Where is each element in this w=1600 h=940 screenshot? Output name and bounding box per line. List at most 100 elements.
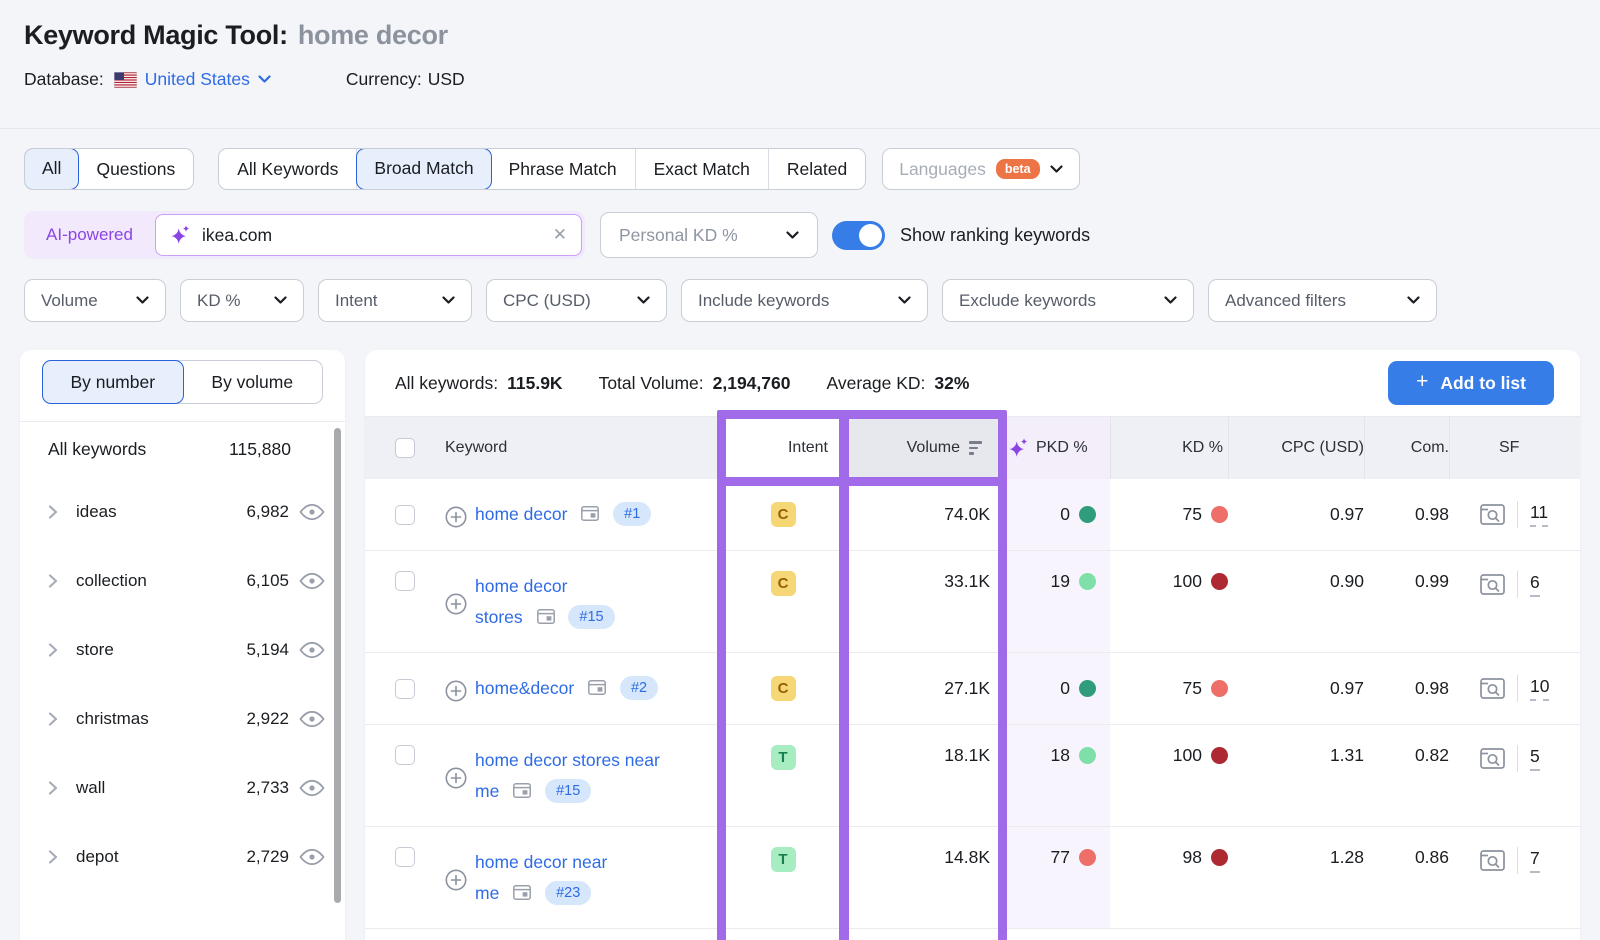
keyword-table-row[interactable]: home decor nearme #23 T 14.8K 77 98 1.28…: [365, 827, 1580, 929]
volume-filter[interactable]: Volume: [24, 279, 166, 322]
add-keyword-icon[interactable]: [445, 767, 467, 789]
pkd-difficulty-dot: [1079, 747, 1096, 764]
cpc-filter[interactable]: CPC (USD): [486, 279, 667, 322]
tab-broad-match[interactable]: Broad Match: [356, 148, 491, 190]
ranking-position-badge[interactable]: #15: [545, 779, 591, 803]
eye-icon[interactable]: [299, 503, 325, 521]
column-header-sf[interactable]: SF: [1449, 417, 1580, 479]
keyword-group-item[interactable]: wall 2,733: [20, 753, 345, 822]
keyword-table-row[interactable]: home decor #1 C 74.0K 0 75 0.97 0.98: [365, 479, 1580, 551]
serp-features-icon[interactable]: [537, 609, 555, 624]
keyword-group-item[interactable]: christmas 2,922: [20, 684, 345, 753]
column-header-kd[interactable]: KD %: [1110, 417, 1228, 479]
serp-features-count[interactable]: 10: [1530, 676, 1549, 701]
clear-input-icon[interactable]: ✕: [553, 225, 567, 245]
serp-viewer-icon[interactable]: [1480, 504, 1505, 525]
serp-viewer-icon[interactable]: [1480, 748, 1505, 769]
keyword-table-row[interactable]: home&decor #2 C 27.1K 0 75 0.97 0.98: [365, 653, 1580, 725]
serp-features-icon[interactable]: [513, 783, 531, 798]
eye-icon[interactable]: [299, 848, 325, 866]
pkd-difficulty-dot: [1079, 506, 1096, 523]
sidebar-scrollbar[interactable]: [334, 428, 341, 903]
intent-filter[interactable]: Intent: [318, 279, 472, 322]
column-header-cpc[interactable]: CPC (USD): [1228, 417, 1364, 479]
keyword-table-row[interactable]: home decor stores nearme #15 T 18.1K 18 …: [365, 725, 1580, 827]
eye-icon[interactable]: [299, 710, 325, 728]
keyword-group-item[interactable]: store 5,194: [20, 615, 345, 684]
intent-badge: C: [771, 502, 796, 527]
tab-phrase-match[interactable]: Phrase Match: [491, 149, 636, 189]
tab-related[interactable]: Related: [769, 149, 865, 189]
row-checkbox[interactable]: [395, 505, 415, 525]
match-group: All Keywords Broad Match Phrase Match Ex…: [218, 148, 866, 190]
select-all-checkbox[interactable]: [395, 438, 415, 458]
tab-by-volume[interactable]: By volume: [183, 361, 323, 403]
serp-features-icon[interactable]: [581, 506, 599, 521]
keyword-link[interactable]: home decor: [475, 504, 567, 524]
kd-value: 98: [1183, 847, 1202, 868]
sort-descending-icon: [969, 441, 982, 455]
chevron-down-icon: [637, 296, 650, 305]
serp-viewer-icon[interactable]: [1480, 678, 1505, 699]
add-keyword-icon[interactable]: [445, 680, 467, 702]
domain-search-input[interactable]: ikea.com ✕: [155, 214, 582, 256]
serp-features-icon[interactable]: [588, 680, 606, 695]
eye-icon[interactable]: [299, 572, 325, 590]
exclude-keywords-filter[interactable]: Exclude keywords: [942, 279, 1194, 322]
tab-all-keywords[interactable]: All Keywords: [219, 149, 357, 189]
filter-label: Exclude keywords: [959, 291, 1096, 311]
ranking-position-badge[interactable]: #1: [613, 502, 651, 526]
keyword-group-item[interactable]: depot 2,729: [20, 822, 345, 891]
serp-features-count[interactable]: 11: [1530, 502, 1548, 527]
eye-icon[interactable]: [299, 641, 325, 659]
column-header-pkd[interactable]: PKD %: [1002, 417, 1110, 479]
ranking-position-badge[interactable]: #23: [545, 881, 591, 905]
serp-viewer-icon[interactable]: [1480, 850, 1505, 871]
ai-powered-label: AI-powered: [24, 225, 155, 245]
keyword-link[interactable]: home&decor: [475, 678, 574, 698]
include-keywords-filter[interactable]: Include keywords: [681, 279, 928, 322]
chevron-right-icon: [48, 505, 58, 519]
keyword-group-item[interactable]: ideas 6,982: [20, 477, 345, 546]
eye-icon[interactable]: [299, 779, 325, 797]
cell-divider: [1517, 847, 1518, 874]
filters-row: Volume KD % Intent CPC (USD) Include key…: [24, 279, 1437, 322]
filter-label: KD %: [197, 291, 240, 311]
add-keyword-icon[interactable]: [445, 869, 467, 891]
tab-exact-match[interactable]: Exact Match: [636, 149, 769, 189]
tab-questions[interactable]: Questions: [78, 149, 193, 189]
serp-features-count[interactable]: 7: [1530, 848, 1540, 873]
ranking-position-badge[interactable]: #2: [620, 676, 658, 700]
keyword-group-item[interactable]: collection 6,105: [20, 546, 345, 615]
row-checkbox[interactable]: [395, 745, 415, 765]
ranking-position-badge[interactable]: #15: [568, 605, 614, 629]
row-checkbox[interactable]: [395, 571, 415, 591]
tab-by-number[interactable]: By number: [42, 360, 184, 404]
database-selector[interactable]: United States: [145, 69, 271, 90]
cpc-value: 1.31: [1330, 745, 1364, 766]
keyword-table-row[interactable]: home decorstores #15 C 33.1K 19 100 0.90…: [365, 551, 1580, 653]
serp-viewer-icon[interactable]: [1480, 574, 1505, 595]
column-header-com[interactable]: Com.: [1364, 417, 1449, 479]
tab-all[interactable]: All: [24, 148, 79, 190]
column-header-volume[interactable]: Volume: [843, 417, 1002, 479]
serp-features-count[interactable]: 5: [1530, 746, 1540, 771]
serp-features-icon[interactable]: [513, 885, 531, 900]
add-keyword-icon[interactable]: [445, 506, 467, 528]
personal-kd-dropdown[interactable]: Personal KD %: [600, 212, 818, 258]
column-header-intent[interactable]: Intent: [723, 417, 843, 479]
languages-dropdown[interactable]: Languages beta: [882, 148, 1079, 190]
chevron-down-icon: [136, 296, 149, 305]
serp-features-count[interactable]: 6: [1530, 572, 1540, 597]
languages-label: Languages: [899, 159, 986, 180]
kd-value: 100: [1173, 745, 1202, 766]
show-ranking-keywords-toggle[interactable]: [832, 221, 885, 250]
add-keyword-icon[interactable]: [445, 593, 467, 615]
all-keywords-row[interactable]: All keywords 115,880: [20, 422, 345, 477]
kd-filter[interactable]: KD %: [180, 279, 304, 322]
row-checkbox[interactable]: [395, 847, 415, 867]
column-header-keyword[interactable]: Keyword: [435, 417, 723, 479]
advanced-filters[interactable]: Advanced filters: [1208, 279, 1437, 322]
add-to-list-button[interactable]: +Add to list: [1388, 361, 1554, 405]
row-checkbox[interactable]: [395, 679, 415, 699]
